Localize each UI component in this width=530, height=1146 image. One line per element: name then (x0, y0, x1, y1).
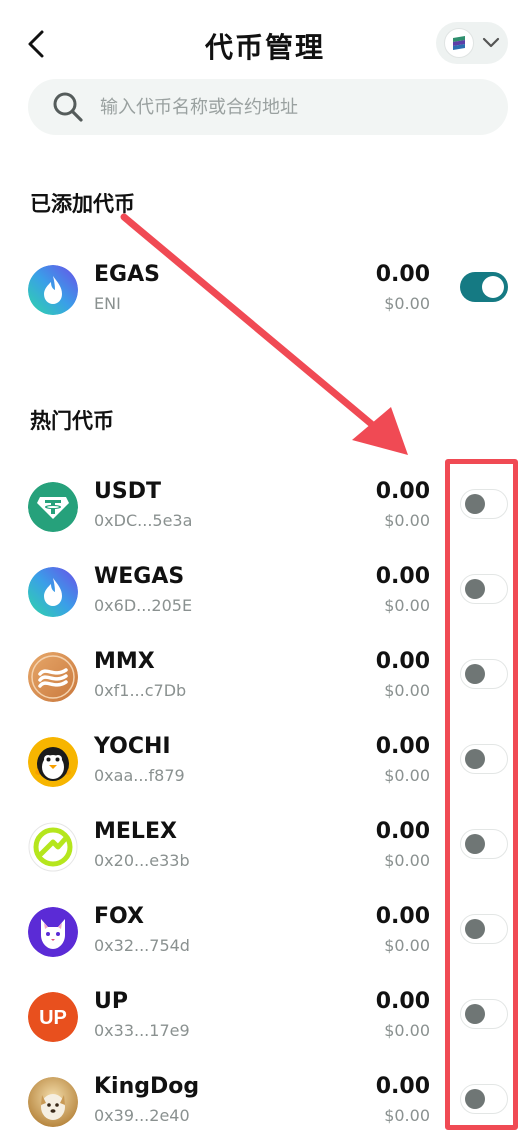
token-symbol: YOCHI (94, 734, 171, 759)
token-address: 0x33...17e9 (94, 1021, 190, 1040)
token-value: $0.00 (384, 681, 430, 700)
toggle-knob (482, 276, 504, 298)
token-row-egas: EGAS ENI 0.00 $0.00 (0, 252, 530, 332)
mmx-logo (28, 652, 78, 702)
token-amount: 0.00 (375, 734, 430, 759)
usdt-logo (28, 482, 78, 532)
layers-icon (444, 28, 474, 58)
token-row-usdt: USDT 0xDC...5e3a 0.00 $0.00 (0, 469, 530, 549)
token-toggle[interactable] (460, 744, 508, 774)
toggle-knob (465, 664, 485, 684)
token-value: $0.00 (384, 294, 430, 313)
token-row-wegas: WEGAS 0x6D...205E 0.00 $0.00 (0, 554, 530, 634)
token-row-kingdog: KingDog 0x39...2e40 0.00 $0.00 (0, 1064, 530, 1144)
token-value: $0.00 (384, 1106, 430, 1125)
up-logo: UP (28, 992, 78, 1042)
search-input[interactable] (100, 96, 460, 118)
chevron-down-icon (482, 37, 500, 48)
token-toggle[interactable] (460, 914, 508, 944)
token-address: 0x20...e33b (94, 851, 190, 870)
toggle-knob (465, 1004, 485, 1024)
token-amount: 0.00 (375, 1074, 430, 1099)
token-toggle[interactable] (460, 999, 508, 1029)
token-symbol: WEGAS (94, 564, 185, 589)
token-row-up: UP UP 0x33...17e9 0.00 $0.00 (0, 979, 530, 1059)
token-row-fox: FOX 0x32...754d 0.00 $0.00 (0, 894, 530, 974)
token-symbol: FOX (94, 904, 144, 929)
wegas-logo (28, 567, 78, 617)
token-toggle[interactable] (460, 829, 508, 859)
token-amount: 0.00 (375, 564, 430, 589)
added-section-title: 已添加代币 (30, 192, 135, 216)
token-row-yochi: YOCHI 0xaa...f879 0.00 $0.00 (0, 724, 530, 804)
kingdog-logo (28, 1077, 78, 1127)
network-selector[interactable] (436, 22, 508, 64)
up-logo-text: UP (39, 1007, 67, 1029)
token-symbol: UP (94, 989, 128, 1014)
token-address: 0xDC...5e3a (94, 511, 193, 530)
token-address: 0xf1...c7Db (94, 681, 187, 700)
token-value: $0.00 (384, 936, 430, 955)
token-symbol: EGAS (94, 262, 160, 287)
token-toggle[interactable] (460, 272, 508, 302)
token-row-melex: MELEX 0x20...e33b 0.00 $0.00 (0, 809, 530, 889)
token-address: 0xaa...f879 (94, 766, 185, 785)
token-value: $0.00 (384, 766, 430, 785)
search-icon (53, 92, 83, 122)
yochi-logo (28, 737, 78, 787)
token-amount: 0.00 (375, 649, 430, 674)
token-symbol: USDT (94, 479, 161, 504)
melex-logo (28, 822, 78, 872)
token-value: $0.00 (384, 851, 430, 870)
header: 代币管理 (0, 0, 530, 90)
token-symbol: MMX (94, 649, 155, 674)
token-amount: 0.00 (375, 262, 430, 287)
toggle-knob (465, 579, 485, 599)
token-toggle[interactable] (460, 1084, 508, 1114)
toggle-knob (465, 1089, 485, 1109)
toggle-knob (465, 834, 485, 854)
token-amount: 0.00 (375, 989, 430, 1014)
token-subtitle: ENI (94, 294, 121, 313)
token-address: 0x6D...205E (94, 596, 193, 615)
token-address: 0x32...754d (94, 936, 190, 955)
token-symbol: MELEX (94, 819, 177, 844)
fox-logo (28, 907, 78, 957)
token-toggle[interactable] (460, 574, 508, 604)
hot-section-title: 热门代币 (30, 409, 114, 433)
token-symbol: KingDog (94, 1074, 200, 1099)
token-value: $0.00 (384, 511, 430, 530)
token-amount: 0.00 (375, 479, 430, 504)
search-bar[interactable] (28, 79, 508, 135)
toggle-knob (465, 919, 485, 939)
token-toggle[interactable] (460, 489, 508, 519)
token-value: $0.00 (384, 1021, 430, 1040)
token-amount: 0.00 (375, 904, 430, 929)
token-address: 0x39...2e40 (94, 1106, 190, 1125)
toggle-knob (465, 749, 485, 769)
token-amount: 0.00 (375, 819, 430, 844)
toggle-knob (465, 494, 485, 514)
token-value: $0.00 (384, 596, 430, 615)
egas-logo (28, 265, 78, 315)
token-toggle[interactable] (460, 659, 508, 689)
token-row-mmx: MMX 0xf1...c7Db 0.00 $0.00 (0, 639, 530, 719)
